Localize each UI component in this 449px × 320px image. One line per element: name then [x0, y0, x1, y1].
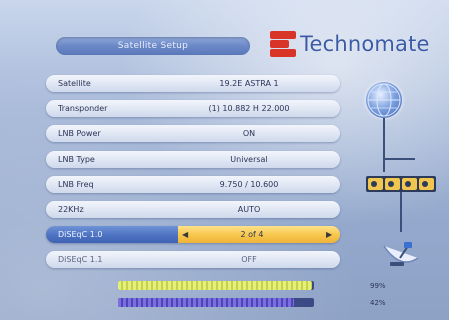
diseqc-port [368, 178, 383, 190]
diseqc-port [385, 178, 400, 190]
setting-value: AUTO [237, 204, 261, 214]
setting-label: LNB Type [58, 154, 95, 164]
setting-value: OFF [241, 255, 257, 265]
setting-label: DiSEqC 1.0 [58, 230, 103, 240]
technomate-logo-icon [270, 31, 296, 57]
connection-line [383, 118, 385, 158]
setting-label: LNB Power [58, 129, 101, 139]
setting-value: 9.750 / 10.600 [219, 179, 279, 189]
connection-line [400, 192, 402, 232]
setting-satellite[interactable]: Satellite 19.2E ASTRA 1 [46, 75, 340, 92]
setting-label: Transponder [58, 104, 108, 114]
setting-label: LNB Freq [58, 179, 94, 189]
signal-strength-percent: 99% [370, 282, 386, 290]
setting-label: DiSEqC 1.1 [58, 255, 103, 265]
signal-quality-fill [118, 298, 295, 307]
setting-value: (1) 10.882 H 22.000 [208, 104, 290, 114]
setting-label: Satellite [58, 79, 91, 88]
signal-strength-fill [118, 281, 313, 290]
setting-lnb-type[interactable]: LNB Type Universal [46, 150, 340, 168]
diseqc-switch-icon [366, 176, 436, 192]
setting-diseqc-1-0[interactable]: DiSEqC 1.0 ◀ 2 of 4 ▶ [46, 226, 340, 244]
setting-lnb-power[interactable]: LNB Power ON [46, 125, 340, 143]
settings-list: Satellite 19.2E ASTRA 1 Transponder (1) … [46, 75, 340, 277]
setting-lnb-freq[interactable]: LNB Freq 9.750 / 10.600 [46, 175, 340, 193]
right-arrow-icon[interactable]: ▶ [326, 226, 332, 243]
satellite-dish-icon [378, 240, 424, 270]
brand-logo: Technomate [270, 27, 445, 61]
setting-value: Universal [230, 154, 268, 164]
connection-branch [383, 158, 415, 172]
setting-label: 22KHz [58, 204, 84, 214]
setting-value: 2 of 4 [240, 230, 264, 240]
satellite-setup-screen: Satellite Setup Technomate Satellite 19.… [0, 0, 449, 320]
signal-quality-percent: 42% [370, 299, 386, 307]
setting-transponder[interactable]: Transponder (1) 10.882 H 22.000 [46, 100, 340, 118]
page-title: Satellite Setup [56, 37, 250, 55]
diseqc-port [419, 178, 434, 190]
signal-quality-bar [118, 298, 314, 307]
setting-value: ON [242, 129, 256, 139]
signal-strength-bar [118, 281, 314, 290]
setting-diseqc-1-1[interactable]: DiSEqC 1.1 OFF [46, 251, 340, 269]
diseqc-port [402, 178, 417, 190]
brand-name: Technomate [300, 32, 430, 56]
setting-22khz[interactable]: 22KHz AUTO [46, 200, 340, 218]
setting-value: 19.2E ASTRA 1 [219, 79, 279, 88]
globe-icon [366, 82, 402, 118]
